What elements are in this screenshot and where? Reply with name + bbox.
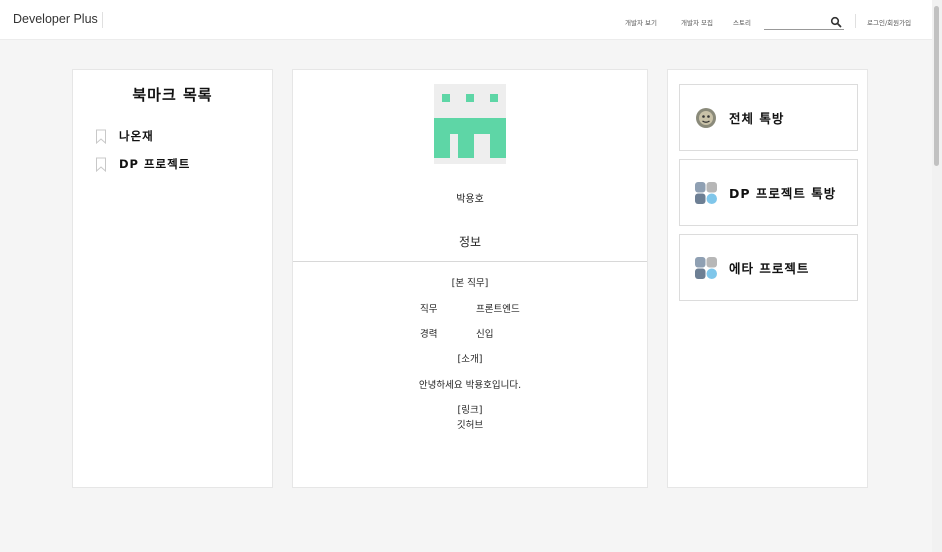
bookmark-item[interactable]: DP 프로젝트 <box>95 154 190 174</box>
scrollbar-thumb[interactable] <box>934 6 939 166</box>
search-underline <box>764 29 844 30</box>
bookmark-panel: 북마크 목록 나온재 DP 프로젝트 <box>72 69 273 488</box>
face-avatar-icon <box>696 107 716 128</box>
chat-room-label: 에타 프로젝트 <box>729 261 810 276</box>
top-navigation-bar: Developer Plus 개발자 보기 개발자 모집 스토리 로그인/회원가… <box>0 0 932 40</box>
bookmark-icon <box>96 129 106 144</box>
group-avatar-icon <box>695 256 717 279</box>
job-value: 프론트엔드 <box>476 304 520 315</box>
bookmark-icon <box>96 157 106 172</box>
chat-room-eta-project[interactable]: 에타 프로젝트 <box>679 234 858 301</box>
github-link[interactable]: 깃허브 <box>293 417 647 431</box>
section-divider <box>293 261 647 262</box>
chat-room-panel: 전체 톡방 DP 프로젝트 톡방 에타 프로젝트 <box>667 69 868 488</box>
search-icon[interactable] <box>830 16 842 28</box>
nav-developers[interactable]: 개발자 보기 <box>625 17 657 27</box>
brand-logo[interactable]: Developer Plus <box>13 12 98 26</box>
nav-divider <box>855 14 856 28</box>
chat-room-label: 전체 톡방 <box>729 111 785 126</box>
career-value: 신입 <box>476 329 494 340</box>
profile-avatar <box>434 84 506 164</box>
info-section-title: 정보 <box>458 235 482 249</box>
chat-room-dp-project[interactable]: DP 프로젝트 톡방 <box>679 159 858 226</box>
chat-room-all[interactable]: 전체 톡방 <box>679 84 858 151</box>
job-heading: [본 직무] <box>451 278 489 289</box>
career-key: 경력 <box>420 329 438 340</box>
chat-room-label: DP 프로젝트 톡방 <box>729 186 837 201</box>
bookmark-list-title: 북마크 목록 <box>132 86 213 104</box>
profile-name: 박용호 <box>456 194 484 205</box>
profile-panel: 박용호 정보 [본 직무] 직무 프론트엔드 경력 신입 [소개] 안녕하세요 … <box>292 69 648 488</box>
intro-heading: [소개] <box>457 354 483 365</box>
group-avatar-icon <box>695 181 717 204</box>
login-signup-link[interactable]: 로그인/회원가입 <box>867 17 911 27</box>
intro-text: 안녕하세요 박용호입니다. <box>418 380 522 391</box>
job-key: 직무 <box>420 304 438 315</box>
brand-divider <box>102 12 103 28</box>
search-input[interactable] <box>764 15 828 28</box>
nav-story[interactable]: 스토리 <box>733 17 751 27</box>
nav-recruit[interactable]: 개발자 모집 <box>681 17 713 27</box>
bookmark-label: 나온재 <box>119 129 154 143</box>
link-heading: [링크] <box>457 405 483 416</box>
bookmark-label: DP 프로젝트 <box>119 157 191 171</box>
bookmark-item[interactable]: 나온재 <box>95 126 154 146</box>
